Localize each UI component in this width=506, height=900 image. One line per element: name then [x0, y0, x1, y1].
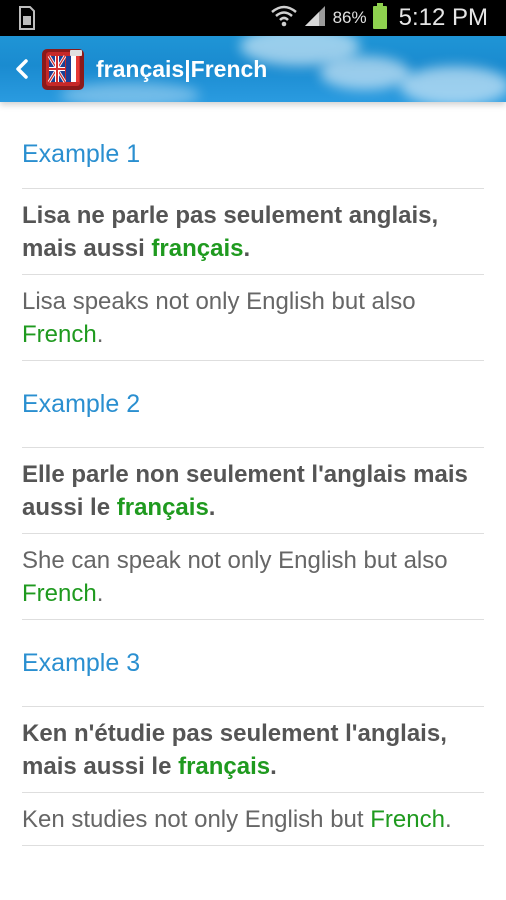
back-button[interactable]	[12, 54, 32, 84]
english-sentence: Ken studies not only English but French.	[22, 793, 484, 846]
example-heading: Example 3	[22, 649, 141, 677]
sentence-text: Elle parle non seulement l'anglais mais …	[22, 461, 468, 521]
highlighted-word: French	[22, 580, 97, 607]
sentence-end: .	[243, 235, 251, 262]
signal-icon	[303, 5, 327, 32]
chevron-left-icon	[16, 59, 28, 79]
french-sentence-row: Lisa ne parle pas seulement anglais, mai…	[22, 188, 484, 274]
highlighted-word: français	[178, 753, 271, 780]
app-logo-icon[interactable]	[40, 46, 86, 92]
sentence-text: Lisa speaks not only English but also	[22, 288, 416, 315]
highlighted-word: français	[151, 235, 244, 262]
highlighted-word: French	[22, 321, 97, 348]
status-bar: 86% 5:12 PM	[0, 0, 506, 36]
example-heading: Example 1	[22, 140, 141, 168]
sentence-end: .	[208, 494, 216, 521]
example-item: Example 2 Elle parle non seulement l'ang…	[22, 361, 484, 620]
sentence-end: .	[96, 580, 104, 607]
english-sentence: Lisa speaks not only English but also Fr…	[22, 275, 484, 361]
example-heading: Example 2	[22, 390, 141, 418]
sentence-text: Ken studies not only English but	[22, 806, 371, 833]
french-sentence: Lisa ne parle pas seulement anglais, mai…	[22, 189, 484, 274]
french-sentence: Elle parle non seulement l'anglais mais …	[22, 448, 484, 533]
french-sentence: Ken n'étudie pas seulement l'anglais, ma…	[22, 707, 484, 792]
example-item: Example 3 Ken n'étudie pas seulement l'a…	[22, 620, 484, 846]
sentence-text: She can speak not only English but also	[22, 547, 448, 574]
english-sentence-row: Ken studies not only English but French.	[22, 792, 484, 846]
page-title: français|French	[96, 55, 268, 82]
sentence-end: .	[270, 753, 277, 780]
battery-icon	[372, 2, 387, 34]
battery-percent: 86%	[332, 8, 367, 27]
sim-card-icon	[18, 6, 36, 35]
action-bar: français|French	[0, 36, 506, 102]
examples-list: Example 1 Lisa ne parle pas seulement an…	[0, 120, 506, 846]
english-sentence: She can speak not only English but also …	[22, 534, 484, 620]
french-sentence-row: Elle parle non seulement l'anglais mais …	[22, 447, 484, 533]
sentence-end: .	[444, 806, 452, 833]
clock: 5:12 PM	[398, 4, 488, 31]
french-sentence-row: Ken n'étudie pas seulement l'anglais, ma…	[22, 706, 484, 792]
english-sentence-row: She can speak not only English but also …	[22, 533, 484, 620]
highlighted-word: French	[370, 806, 445, 833]
wifi-icon	[270, 5, 297, 32]
example-item: Example 1 Lisa ne parle pas seulement an…	[22, 120, 484, 361]
sentence-end: .	[96, 321, 104, 348]
english-sentence-row: Lisa speaks not only English but also Fr…	[22, 274, 484, 361]
highlighted-word: français	[116, 494, 209, 521]
